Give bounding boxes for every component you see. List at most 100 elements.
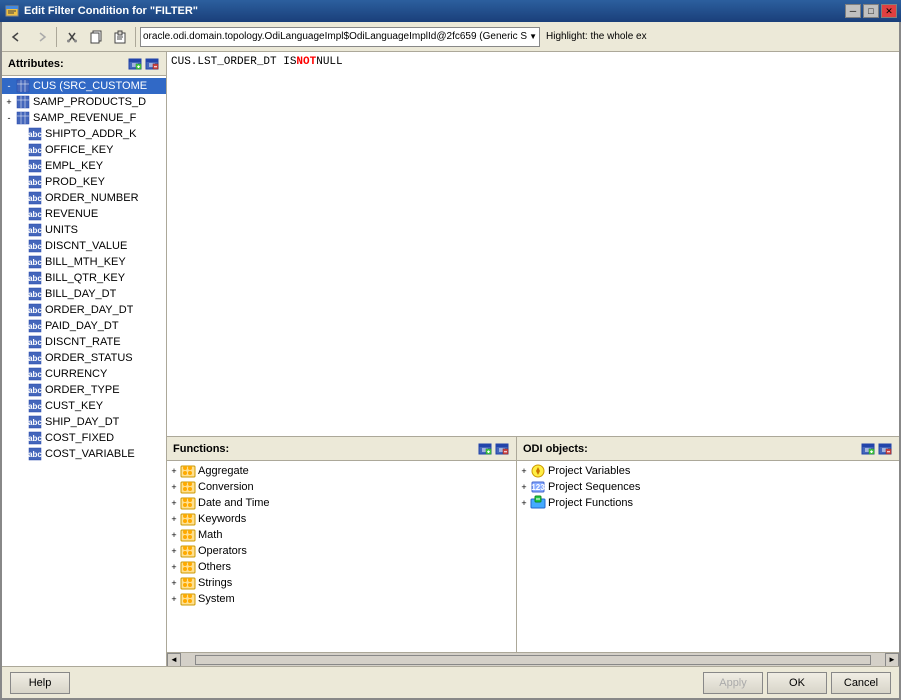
- tree-item-bill_mth[interactable]: abc BILL_MTH_KEY: [2, 254, 166, 270]
- func-toggle-operators[interactable]: +: [169, 546, 179, 556]
- language-dropdown[interactable]: oracle.odi.domain.topology.OdiLanguageIm…: [140, 27, 540, 47]
- toggle-units[interactable]: [16, 225, 26, 235]
- odi-item-proj_vars[interactable]: + Project Variables: [517, 463, 899, 479]
- attributes-remove-btn[interactable]: [144, 56, 160, 72]
- odi-item-proj_seq[interactable]: + 123 Project Sequences: [517, 479, 899, 495]
- toggle-order_type[interactable]: [16, 385, 26, 395]
- tree-item-order_status[interactable]: abc ORDER_STATUS: [2, 350, 166, 366]
- toggle-prod[interactable]: [16, 177, 26, 187]
- odi-remove-btn[interactable]: [877, 441, 893, 457]
- func-toggle-conversion[interactable]: +: [169, 482, 179, 492]
- toggle-discnt_val[interactable]: [16, 241, 26, 251]
- tree-item-empl[interactable]: abc EMPL_KEY: [2, 158, 166, 174]
- functions-add-btn[interactable]: [477, 441, 493, 457]
- odi-toggle-proj_vars[interactable]: +: [519, 466, 529, 476]
- odi-add-btn[interactable]: [860, 441, 876, 457]
- tree-item-order_day[interactable]: abc ORDER_DAY_DT: [2, 302, 166, 318]
- attributes-tree[interactable]: - CUS (SRC_CUSTOME+ SAMP_PRODUCTS_D- SAM…: [2, 76, 166, 666]
- tree-item-order_type[interactable]: abc ORDER_TYPE: [2, 382, 166, 398]
- func-toggle-math[interactable]: +: [169, 530, 179, 540]
- toggle-bill_qtr[interactable]: [16, 273, 26, 283]
- func-toggle-aggregate[interactable]: +: [169, 466, 179, 476]
- minimize-button[interactable]: ─: [845, 4, 861, 18]
- scroll-right-btn[interactable]: ►: [885, 653, 899, 667]
- tree-item-units[interactable]: abc UNITS: [2, 222, 166, 238]
- toggle-order_status[interactable]: [16, 353, 26, 363]
- toggle-cust_key[interactable]: [16, 401, 26, 411]
- cancel-button[interactable]: Cancel: [831, 672, 891, 694]
- scroll-left-btn[interactable]: ◄: [167, 653, 181, 667]
- tree-item-discnt_val[interactable]: abc DISCNT_VALUE: [2, 238, 166, 254]
- func-toggle-keywords[interactable]: +: [169, 514, 179, 524]
- tree-item-shipto[interactable]: abc SHIPTO_ADDR_K: [2, 126, 166, 142]
- tree-item-ship_day[interactable]: abc SHIP_DAY_DT: [2, 414, 166, 430]
- attributes-add-btn[interactable]: [127, 56, 143, 72]
- tree-item-order_num[interactable]: abc ORDER_NUMBER: [2, 190, 166, 206]
- tree-item-samp_revenue[interactable]: - SAMP_REVENUE_F: [2, 110, 166, 126]
- tree-item-cost_fixed[interactable]: abc COST_FIXED: [2, 430, 166, 446]
- func-item-strings[interactable]: + Strings: [167, 575, 516, 591]
- close-button[interactable]: ✕: [881, 4, 897, 18]
- paste-button[interactable]: [109, 26, 131, 48]
- odi-toggle-proj_func[interactable]: +: [519, 498, 529, 508]
- func-toggle-strings[interactable]: +: [169, 578, 179, 588]
- odi-toggle-proj_seq[interactable]: +: [519, 482, 529, 492]
- toggle-revenue[interactable]: [16, 209, 26, 219]
- toggle-paid_day[interactable]: [16, 321, 26, 331]
- tree-item-samp_products[interactable]: + SAMP_PRODUCTS_D: [2, 94, 166, 110]
- func-item-math[interactable]: + Math: [167, 527, 516, 543]
- toggle-empl[interactable]: [16, 161, 26, 171]
- horizontal-scrollbar[interactable]: ◄ ►: [167, 652, 899, 666]
- toggle-cus[interactable]: -: [4, 81, 14, 91]
- func-item-datetime[interactable]: + Date and Time: [167, 495, 516, 511]
- func-item-aggregate[interactable]: + Aggregate: [167, 463, 516, 479]
- tree-item-revenue[interactable]: abc REVENUE: [2, 206, 166, 222]
- toggle-currency[interactable]: [16, 369, 26, 379]
- copy-button[interactable]: [85, 26, 107, 48]
- func-item-system[interactable]: + System: [167, 591, 516, 607]
- func-toggle-system[interactable]: +: [169, 594, 179, 604]
- toggle-discnt_rate[interactable]: [16, 337, 26, 347]
- toggle-samp_revenue[interactable]: -: [4, 113, 14, 123]
- func-item-others[interactable]: + Others: [167, 559, 516, 575]
- window-controls[interactable]: ─ □ ✕: [845, 4, 897, 18]
- odi-objects-tree[interactable]: + Project Variables+ 123 Project Sequenc…: [517, 461, 899, 652]
- toggle-bill_day[interactable]: [16, 289, 26, 299]
- toggle-cost_var[interactable]: [16, 449, 26, 459]
- tree-item-paid_day[interactable]: abc PAID_DAY_DT: [2, 318, 166, 334]
- help-button[interactable]: Help: [10, 672, 70, 694]
- toggle-order_num[interactable]: [16, 193, 26, 203]
- func-item-conversion[interactable]: + Conversion: [167, 479, 516, 495]
- toggle-cost_fixed[interactable]: [16, 433, 26, 443]
- toggle-order_day[interactable]: [16, 305, 26, 315]
- func-item-operators[interactable]: + Operators: [167, 543, 516, 559]
- toggle-samp_products[interactable]: +: [4, 97, 14, 107]
- maximize-button[interactable]: □: [863, 4, 879, 18]
- func-item-keywords[interactable]: + Keywords: [167, 511, 516, 527]
- forward-button[interactable]: [30, 26, 52, 48]
- tree-item-bill_qtr[interactable]: abc BILL_QTR_KEY: [2, 270, 166, 286]
- tree-item-discnt_rate[interactable]: abc DISCNT_RATE: [2, 334, 166, 350]
- func-toggle-datetime[interactable]: +: [169, 498, 179, 508]
- apply-button[interactable]: Apply: [703, 672, 763, 694]
- tree-item-office[interactable]: abc OFFICE_KEY: [2, 142, 166, 158]
- func-toggle-others[interactable]: +: [169, 562, 179, 572]
- back-button[interactable]: [6, 26, 28, 48]
- tree-item-cus[interactable]: - CUS (SRC_CUSTOME: [2, 78, 166, 94]
- tree-item-currency[interactable]: abc CURRENCY: [2, 366, 166, 382]
- toggle-bill_mth[interactable]: [16, 257, 26, 267]
- tree-item-cost_var[interactable]: abc COST_VARIABLE: [2, 446, 166, 462]
- functions-remove-btn[interactable]: [494, 441, 510, 457]
- tree-item-cust_key[interactable]: abc CUST_KEY: [2, 398, 166, 414]
- toggle-office[interactable]: [16, 145, 26, 155]
- tree-item-prod[interactable]: abc PROD_KEY: [2, 174, 166, 190]
- ok-button[interactable]: OK: [767, 672, 827, 694]
- toggle-shipto[interactable]: [16, 129, 26, 139]
- tree-item-bill_day[interactable]: abc BILL_DAY_DT: [2, 286, 166, 302]
- cut-button[interactable]: [61, 26, 83, 48]
- toggle-ship_day[interactable]: [16, 417, 26, 427]
- functions-tree[interactable]: + Aggregate+ Conversion+ Date and Time+ …: [167, 461, 516, 652]
- sql-editor[interactable]: CUS.LST_ORDER_DT IS NOT NULL: [167, 52, 899, 437]
- scrollbar-track[interactable]: [195, 655, 871, 665]
- odi-item-proj_func[interactable]: + Project Functions: [517, 495, 899, 511]
